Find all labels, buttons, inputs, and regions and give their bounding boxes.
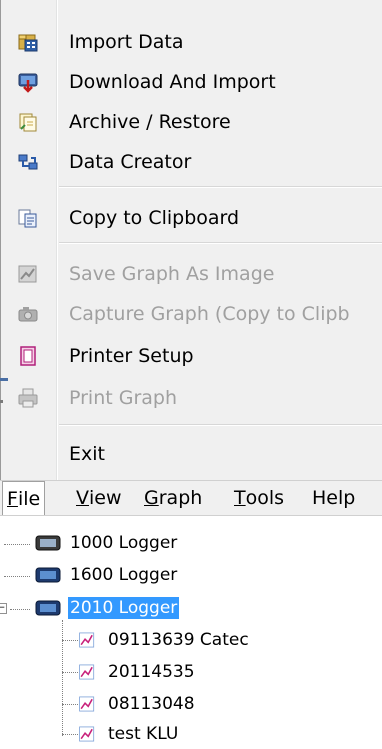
menu-item-label: Save Graph As Image xyxy=(69,263,275,285)
menu-item-printer-setup[interactable]: Printer Setup xyxy=(1,336,382,376)
tree-node-logger-selected[interactable]: 2010 Logger xyxy=(34,593,181,623)
menu-item-data-creator[interactable]: Data Creator xyxy=(1,142,382,182)
menu-item-label: Copy to Clipboard xyxy=(69,207,240,229)
menu-graph-accel: G xyxy=(144,487,159,509)
menu-bar: File View Graph Tools Help xyxy=(0,480,382,516)
camera-icon xyxy=(18,307,38,322)
menu-item-import-data[interactable]: Import Data xyxy=(1,22,382,62)
menu-item-exit[interactable]: Exit xyxy=(1,434,382,474)
menu-graph[interactable]: Graph xyxy=(140,481,206,515)
menu-item-label: Download And Import xyxy=(69,71,276,93)
menu-tools-rest: ools xyxy=(245,487,285,509)
menu-item-download-and-import[interactable]: Download And Import xyxy=(1,62,382,102)
tree-node-dataset[interactable]: 08113048 xyxy=(78,689,197,719)
save-graph-icon xyxy=(18,265,37,283)
tree-node-label: 1600 Logger xyxy=(70,565,178,585)
menu-file-accel: F xyxy=(7,487,18,510)
background-window-edge xyxy=(0,378,8,403)
tree-node-dataset[interactable]: test KLU xyxy=(78,719,180,749)
menu-separator xyxy=(59,186,382,188)
menu-graph-rest: raph xyxy=(158,487,203,509)
printer-icon xyxy=(18,388,38,408)
menu-view-accel: V xyxy=(76,487,89,509)
tree-expander[interactable]: − xyxy=(0,603,7,614)
menu-file-rest: ile xyxy=(17,487,41,510)
tree-node-label: 20114535 xyxy=(108,662,195,682)
tree-connector xyxy=(10,609,30,610)
menu-view-rest: iew xyxy=(89,487,122,509)
menu-help[interactable]: Help xyxy=(308,481,359,515)
menu-item-label: Data Creator xyxy=(69,151,192,173)
menu-item-label: Archive / Restore xyxy=(69,111,231,133)
logger-tree: − 1000 Logger 1600 Logger 2010 Logger 09… xyxy=(0,516,382,744)
menu-item-label: Import Data xyxy=(69,31,184,53)
tree-connector xyxy=(62,620,63,736)
tree-node-label: 2010 Logger xyxy=(66,596,181,620)
tree-connector xyxy=(62,640,78,641)
menu-item-archive-restore[interactable]: Archive / Restore xyxy=(1,102,382,142)
tree-connector xyxy=(62,734,78,735)
menu-item-copy-to-clipboard[interactable]: Copy to Clipboard xyxy=(1,198,382,238)
tree-node-logger[interactable]: 1600 Logger xyxy=(34,560,179,590)
tree-connector xyxy=(4,544,30,545)
graph-data-icon xyxy=(79,696,95,712)
download-import-icon xyxy=(18,73,38,93)
tree-connector xyxy=(4,576,30,577)
menu-item-label: Printer Setup xyxy=(69,345,194,367)
menu-tools[interactable]: Tools xyxy=(230,481,288,515)
file-menu-dropdown: Import Data Download And Import Archive … xyxy=(0,0,382,480)
tree-node-label: 09113639 Catec xyxy=(108,630,249,650)
tree-node-label: 1000 Logger xyxy=(70,533,178,553)
printer-setup-icon xyxy=(20,346,36,366)
archive-restore-icon xyxy=(19,113,37,132)
import-data-icon xyxy=(18,34,38,52)
menu-view[interactable]: View xyxy=(72,481,126,515)
menu-item-label: Exit xyxy=(69,443,105,465)
graph-data-icon xyxy=(79,664,95,680)
logger-device-icon xyxy=(35,600,61,616)
menu-item-label: Capture Graph (Copy to Clipb xyxy=(69,303,350,325)
data-creator-icon xyxy=(18,154,38,170)
graph-data-icon xyxy=(79,726,95,742)
menu-item-label: Print Graph xyxy=(69,387,178,409)
menu-item-save-graph-as-image[interactable]: Save Graph As Image xyxy=(1,254,382,294)
tree-node-label: test KLU xyxy=(108,724,179,744)
tree-node-logger[interactable]: 1000 Logger xyxy=(34,528,179,558)
menu-item-print-graph[interactable]: Print Graph xyxy=(1,378,382,418)
logger-device-icon xyxy=(35,567,61,583)
tree-connector xyxy=(62,672,78,673)
copy-clipboard-icon xyxy=(18,209,37,228)
tree-node-label: 08113048 xyxy=(108,694,195,714)
graph-data-icon xyxy=(79,632,95,648)
tree-node-dataset[interactable]: 09113639 Catec xyxy=(78,625,251,655)
menu-tools-accel: T xyxy=(234,487,246,509)
menu-item-capture-graph[interactable]: Capture Graph (Copy to Clipb xyxy=(1,294,382,334)
menu-help-label: Help xyxy=(312,487,356,509)
tree-node-dataset[interactable]: 20114535 xyxy=(78,657,197,687)
menu-separator xyxy=(59,242,382,244)
tree-connector xyxy=(62,704,78,705)
logger-device-icon xyxy=(35,535,61,551)
menu-file[interactable]: File xyxy=(2,481,46,515)
menu-separator xyxy=(59,424,382,426)
